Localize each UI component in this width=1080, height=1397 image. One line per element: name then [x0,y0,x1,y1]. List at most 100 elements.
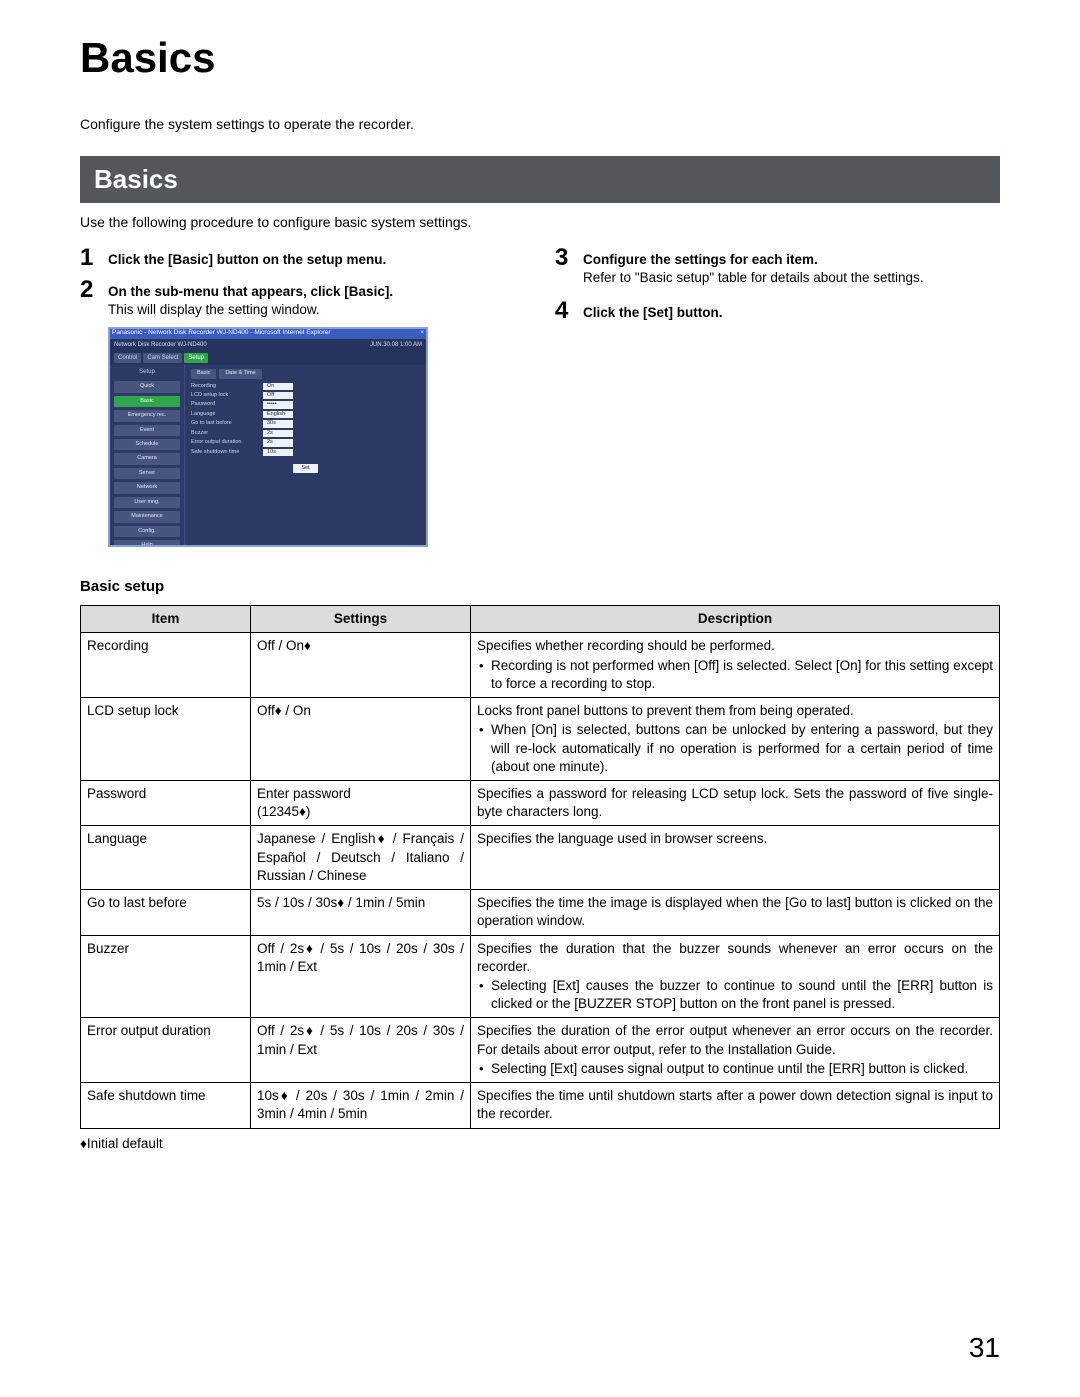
brand-label: Network Disk Recorder WJ-ND400 [114,341,207,349]
desc-text: Locks front panel buttons to prevent the… [477,702,993,720]
col-item: Item [81,606,251,633]
cell-description: Specifies the time until shutdown starts… [471,1083,1000,1128]
cell-description: Locks front panel buttons to prevent the… [471,698,1000,781]
password-input[interactable]: ••••• [263,401,293,408]
page-title: Basics [80,30,1000,87]
cell-settings: Off / 2s♦ / 5s / 10s / 20s / 30s / 1min … [251,1018,471,1083]
step-number: 1 [80,246,108,270]
step-4: 4 Click the [Set] button. [555,299,1000,323]
cell-item: Buzzer [81,935,251,1018]
step-4-bold: Click the [Set] button. [583,305,723,320]
table-title: Basic setup [80,577,1000,597]
subintro-text: Use the following procedure to configure… [80,213,1000,232]
step-2-bold: On the sub-menu that appears, click [Bas… [108,284,393,299]
footnote: ♦Initial default [80,1135,1000,1153]
cell-settings: Off / 2s♦ / 5s / 10s / 20s / 30s / 1min … [251,935,471,1018]
buzzer-select[interactable]: 2s [263,430,293,437]
field-label: LCD setup lock [191,392,263,399]
settings-line: Off / 2s♦ / 5s / 10s / 20s / 30s / 1min … [257,941,464,974]
desc-text: Specifies the duration that the buzzer s… [477,940,993,976]
table-row: Password Enter password (12345♦) Specifi… [81,781,1000,826]
table-row: Safe shutdown time 10s♦ / 20s / 30s / 1m… [81,1083,1000,1128]
cell-settings: Off♦ / On [251,698,471,781]
window-title: Panasonic - Network Disk Recorder WJ-ND4… [112,329,331,339]
side-network[interactable]: Network [114,482,180,493]
side-emergency[interactable]: Emergency rec. [114,410,180,421]
field-label: Buzzer [191,430,263,437]
side-help[interactable]: Help [114,540,180,547]
subtab-basic[interactable]: Basic [191,369,216,378]
step-2-plain: This will display the setting window. [108,302,320,317]
cell-item: Error output duration [81,1018,251,1083]
desc-text: Specifies a password for releasing LCD s… [477,785,993,821]
cell-settings: Enter password (12345♦) [251,781,471,826]
desc-bullet: Recording is not performed when [Off] is… [477,657,993,693]
step-3: 3 Configure the settings for each item. … [555,246,1000,287]
side-schedule[interactable]: Schedule [114,439,180,450]
cell-item: Language [81,826,251,890]
basic-setup-table: Item Settings Description Recording Off … [80,605,1000,1128]
field-label: Password [191,401,263,408]
settings-line: (12345♦) [257,804,310,819]
desc-text: Specifies the time until shutdown starts… [477,1087,993,1123]
cell-description: Specifies the time the image is displaye… [471,890,1000,935]
go-last-select[interactable]: 30s [263,420,293,427]
table-row: Error output duration Off / 2s♦ / 5s / 1… [81,1018,1000,1083]
tab-setup[interactable]: Setup [184,353,208,363]
cell-item: Go to last before [81,890,251,935]
field-label: Error output duration [191,439,263,446]
subtab-datetime[interactable]: Date & Time [219,369,261,378]
language-select[interactable]: English [263,411,293,418]
set-button[interactable]: Set [293,464,317,473]
tab-control[interactable]: Control [114,353,141,363]
table-row: Go to last before 5s / 10s / 30s♦ / 1min… [81,890,1000,935]
table-row: Buzzer Off / 2s♦ / 5s / 10s / 20s / 30s … [81,935,1000,1018]
col-description: Description [471,606,1000,633]
desc-text: Specifies whether recording should be pe… [477,637,993,655]
error-output-select[interactable]: 2s [263,439,293,446]
settings-line: 10s♦ / 20s / 30s / 1min / 2min / 3min / … [257,1088,464,1121]
table-row: LCD setup lock Off♦ / On Locks front pan… [81,698,1000,781]
recording-select[interactable]: On [263,383,293,390]
side-maintenance[interactable]: Maintenance [114,511,180,522]
field-label: Go to last before [191,420,263,427]
side-quick[interactable]: Quick [114,381,180,392]
cell-settings: Off / On♦ [251,633,471,698]
left-column: 1 Click the [Basic] button on the setup … [80,246,525,547]
side-menu: Setup Quick Basic Emergency rec. Event S… [110,365,184,545]
desc-text: Specifies the language used in browser s… [477,830,993,848]
side-config[interactable]: Config. [114,526,180,537]
side-menu-title: Setup [114,368,180,376]
settings-screenshot: Panasonic - Network Disk Recorder WJ-ND4… [108,327,428,547]
side-server[interactable]: Server [114,468,180,479]
cell-item: Password [81,781,251,826]
side-camera[interactable]: Camera [114,453,180,464]
step-3-bold: Configure the settings for each item. [583,252,818,267]
cell-description: Specifies the duration of the error outp… [471,1018,1000,1083]
cell-description: Specifies the language used in browser s… [471,826,1000,890]
side-basic[interactable]: Basic [114,396,180,407]
steps-columns: 1 Click the [Basic] button on the setup … [80,246,1000,547]
intro-text: Configure the system settings to operate… [80,115,1000,134]
settings-line: Enter password [257,786,351,801]
lcd-lock-select[interactable]: Off [263,392,293,399]
tab-cam-select[interactable]: Cam Select [143,353,182,363]
step-1-bold: Click the [Basic] button on the setup me… [108,252,386,267]
step-3-plain: Refer to "Basic setup" table for details… [583,270,924,285]
side-user-mng[interactable]: User mng. [114,497,180,508]
cell-item: Recording [81,633,251,698]
datetime-label: JUN.30.08 1:00 AM [370,341,422,349]
window-close-icon: × [420,329,424,339]
settings-line: Off / 2s♦ / 5s / 10s / 20s / 30s / 1min … [257,1023,464,1056]
step-number: 4 [555,299,583,323]
settings-panel: Basic Date & Time RecordingOn LCD setup … [184,365,426,545]
field-label: Safe shutdown time [191,449,263,456]
step-number: 3 [555,246,583,270]
field-label: Recording [191,383,263,390]
cell-description: Specifies the duration that the buzzer s… [471,935,1000,1018]
cell-settings: 5s / 10s / 30s♦ / 1min / 5min [251,890,471,935]
table-row: Recording Off / On♦ Specifies whether re… [81,633,1000,698]
safe-shutdown-select[interactable]: 10s [263,449,293,456]
side-event[interactable]: Event [114,425,180,436]
desc-bullet: Selecting [Ext] causes signal output to … [477,1060,993,1078]
